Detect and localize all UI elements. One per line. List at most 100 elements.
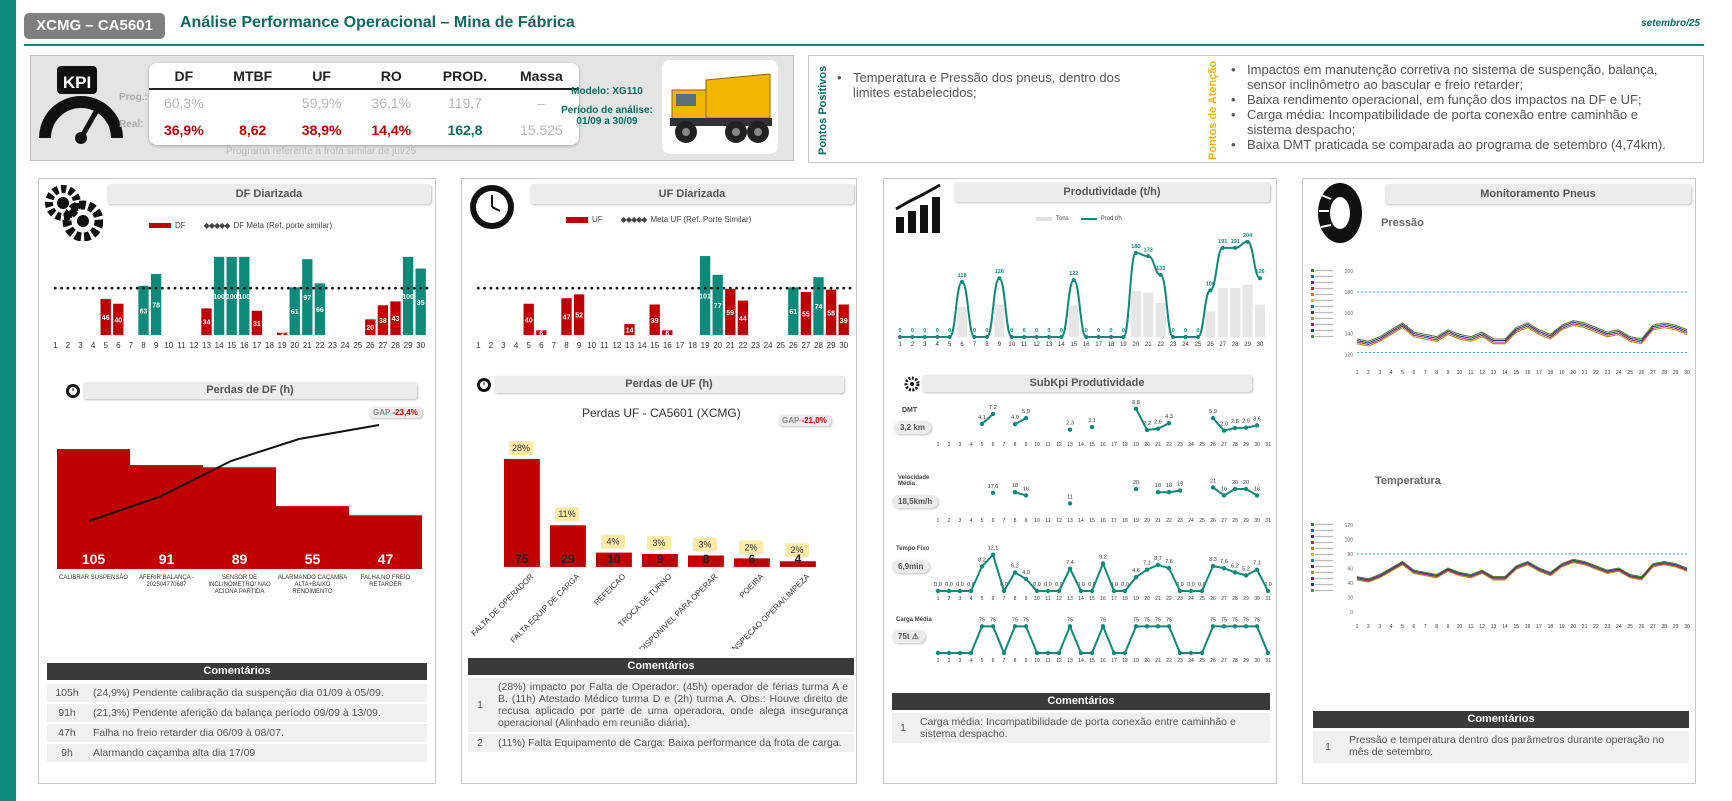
prod-point [960,279,965,284]
meta-marker [205,286,208,290]
meta-marker [387,286,391,290]
tons-bar [994,304,1005,337]
legend-tons: Tons [1056,216,1069,222]
x-tick-label: 22 [1593,370,1599,376]
meta-marker [527,286,531,290]
legend-swatch [1311,529,1314,532]
x-tick-label: 26 [789,341,798,350]
x-tick-label: 16 [1100,658,1106,663]
x-tick-label: 23 [1177,518,1183,523]
vel-label: Velocidade Média [898,475,930,487]
x-tick-label: 19 [1133,596,1139,601]
dmt-label: DMT [902,407,918,414]
velocity-chart: 17,6 1816112018 18 19211620 20161 2 3 4 5 6 7 8 9 10 1… [937,478,1271,523]
comment-row: 1 (28%) impacto por Falta de Operador: (4… [468,678,854,734]
meta-marker [521,286,524,290]
x-tick-label: 21 [1582,624,1588,630]
comment-key: 1 [477,699,483,711]
x-tick-label: 14 [638,341,647,350]
x-tick-label: 8 [1014,442,1017,447]
comment-row: 105h (24,9%) Pendente calibração da suspe… [47,684,427,704]
data-label: 63 [140,308,148,315]
meta-marker [829,286,833,290]
x-tick-label: 30 [416,341,425,350]
atencao-item: Impactos em manutenção corretiva no sist… [1227,62,1667,92]
x-tick-label: 1 [476,341,481,350]
meta-marker [79,286,82,290]
report-date: setembro/25 [1641,18,1700,29]
legend-swatch [1311,589,1314,592]
prod-title: Produtividade (t/h) [954,182,1270,202]
prog-uf: 59,9% [301,95,342,111]
x-tick-label: 14 [1078,442,1084,447]
meta-marker [72,286,76,290]
meta-marker [362,286,366,290]
gap-value: -23,4% [392,408,418,417]
x-tick-label: 27 [1221,518,1227,523]
x-tick-label: 7 [1003,518,1006,523]
data-label: 61 [291,309,299,316]
prod-data-label: 100 [1206,281,1215,287]
subkpi-data-label: 75 [1144,617,1150,623]
x-tick-label: 16 [1100,518,1106,523]
subkpi-data-label: 4,6 [1132,568,1140,574]
x-tick-label: 25 [1199,596,1205,601]
y-tick-label: 40 [1347,581,1353,587]
loss-category-label: REFEICAO [592,572,627,607]
df-daily-chart: 46 40637834100 100 1003136197662038 43100851… [53,256,429,350]
x-tick-label: 20 [1144,658,1150,663]
tfixo-chart: 0,0 0,0 0,0 0,08,212,10,06,24,00,0 0,0 0,07,4… [934,546,1272,601]
pneus-comments: 1 Pressão e temperatura dentro dos parâme… [1313,731,1689,765]
subkpi-data-label: 7,1 [1253,561,1261,567]
atencao-item: Carga média: Incompatibilidade de porta … [1227,107,1667,137]
x-tick-label: 5 [981,518,984,523]
prod-point [1258,276,1262,281]
legend-swatch [1311,523,1314,526]
tons-bar [1068,305,1079,337]
subkpi-point [990,490,996,496]
df-legend: DF ◆◆◆◆◆ DF Meta (Ref. porte similar) [149,221,332,230]
subkpi-data-label: 0,0 [1187,582,1195,588]
x-tick-label: 25 [1627,624,1633,630]
meta-marker [324,286,328,290]
x-tick-label: 28 [1232,442,1238,447]
meta-marker [552,286,556,290]
prod-data-label: 0 [911,328,914,334]
x-tick-label: 2 [948,658,951,663]
x-tick-label: 4 [91,341,96,350]
x-tick-label: 13 [625,341,634,350]
meta-marker [584,286,587,290]
equipment-tag: XCMG – CA5601 [24,13,165,39]
meta-marker [249,286,253,290]
atencao-item: Baixa rendimento operacional, em função … [1227,92,1667,107]
legend-uf-meta: Meta UF (Ref. Porte Similar) [650,215,752,224]
x-tick-label: 13 [1067,518,1073,523]
subkpi-data-label: 4,0 [1011,415,1019,421]
x-tick-label: 18 [1108,342,1115,348]
x-tick-label: 15 [1514,370,1520,376]
subkpi-data-label: 5,2 [1242,566,1250,572]
uf-legend: UF ◆◆◆◆◆ Meta UF (Ref. Porte Similar) [566,215,751,224]
prod-data-label: 0 [985,328,988,334]
tons-bar [1205,311,1216,337]
x-tick-label: 23 [1177,658,1183,663]
prod-point [1121,335,1126,339]
x-tick-label: 18 [1122,442,1128,447]
x-tick-label: 27 [1221,658,1227,663]
meta-marker [615,286,619,290]
pareto-category-label: CALIBRAR SUSPENSÃO [59,574,128,581]
df-perdas-title: Perdas de DF (h) [83,382,417,399]
data-label: 61 [789,309,797,316]
df-comments-title: Comentários [47,663,427,680]
meta-marker [85,286,89,290]
x-tick-label: 27 [1221,596,1227,601]
prod-point [1059,335,1064,339]
percent-label: 3% [652,538,665,548]
prod-legend: Tons Prod t/h [1036,216,1122,222]
x-tick-label: 29 [404,341,413,350]
legend-swatch [1311,287,1314,290]
prod-comments: 1 Carga média: Incompatibilidade de porta… [892,713,1270,745]
comment-key: 91h [58,707,76,719]
x-tick-label: 18 [265,341,274,350]
x-tick-label: 29 [1673,370,1679,376]
